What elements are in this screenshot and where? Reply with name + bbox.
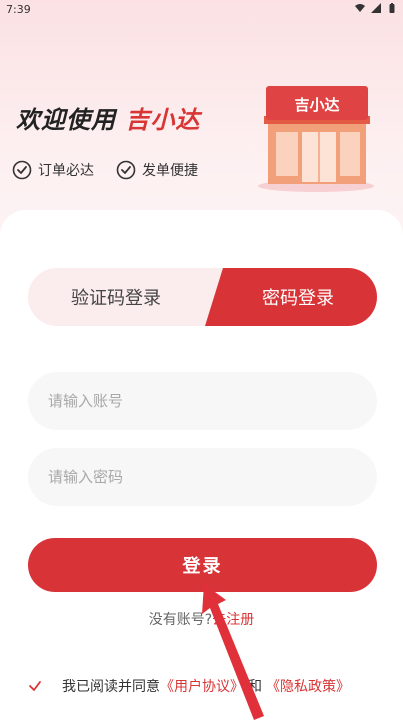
user-agreement-link[interactable]: 《用户协议》	[160, 676, 244, 696]
privacy-policy-link[interactable]: 《隐私政策》	[266, 676, 350, 696]
status-icons	[355, 3, 397, 13]
hero-title: 欢迎使用 吉小达	[16, 100, 200, 135]
agreement-text: 我已阅读并同意	[62, 679, 160, 695]
signal-icon	[371, 3, 381, 13]
agreement-row: 我已阅读并同意 《用户协议》 和 《隐私政策》	[26, 676, 350, 696]
login-button-label: 登录	[182, 556, 223, 577]
status-time: 7:39	[6, 3, 31, 16]
register-prefix: 没有账号?	[148, 612, 213, 628]
feature-list: 订单必达 发单便捷	[12, 160, 198, 180]
battery-icon	[389, 3, 395, 13]
store-sign: 吉小达	[294, 96, 339, 114]
account-field[interactable]	[28, 372, 377, 430]
account-input[interactable]	[46, 391, 377, 411]
tab-password-label: 密码登录	[262, 288, 334, 309]
store-illustration: 吉小达	[258, 86, 374, 192]
check-circle-icon	[116, 160, 136, 180]
register-prompt: 没有账号?去注册	[0, 609, 403, 629]
login-button[interactable]: 登录	[28, 538, 377, 592]
feature-label: 发单便捷	[142, 163, 198, 179]
agreement-and: 和	[248, 679, 262, 695]
tab-sms-label: 验证码登录	[71, 288, 161, 309]
brand-name: 吉小达	[125, 106, 201, 134]
password-input[interactable]	[46, 467, 377, 487]
hero-title-prefix: 欢迎使用	[16, 106, 116, 134]
feature-item: 发单便捷	[116, 160, 198, 180]
feature-item: 订单必达	[12, 160, 94, 180]
tab-sms-login[interactable]: 验证码登录	[28, 268, 228, 326]
status-bar: 7:39	[0, 0, 403, 22]
login-tabs: 验证码登录 密码登录	[28, 268, 377, 326]
wifi-icon	[355, 4, 365, 12]
register-link[interactable]: 去注册	[212, 612, 254, 628]
password-field[interactable]	[28, 448, 377, 506]
agreement-checkbox[interactable]	[26, 677, 44, 695]
check-circle-icon	[12, 160, 32, 180]
tab-password-login[interactable]: 密码登录	[205, 268, 377, 326]
feature-label: 订单必达	[38, 163, 94, 179]
